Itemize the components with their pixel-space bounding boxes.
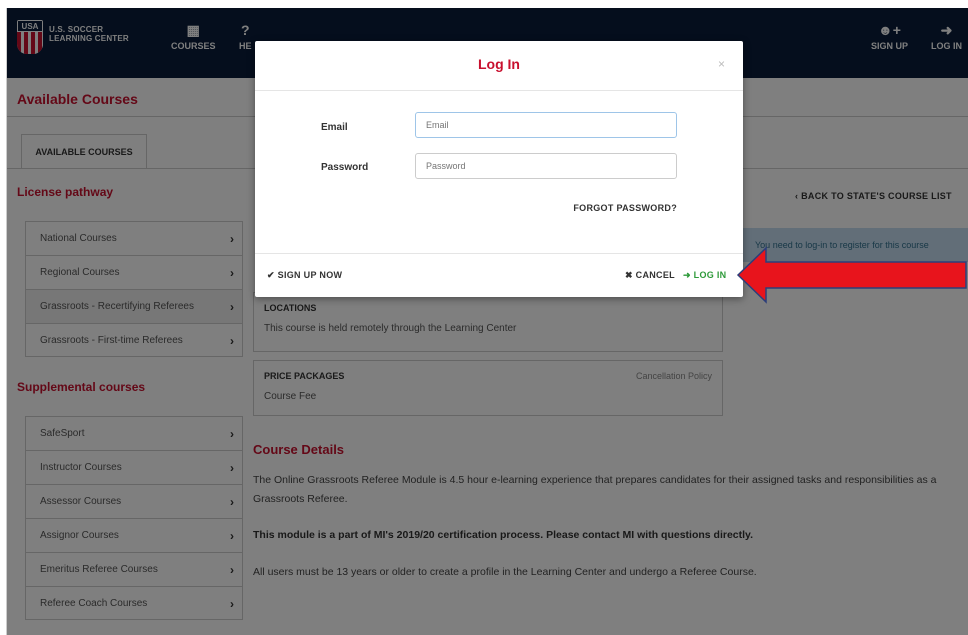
- red-arrow-annotation: [736, 246, 967, 304]
- sign-up-now-label: SIGN UP NOW: [277, 270, 343, 280]
- log-in-label: LOG IN: [693, 270, 727, 280]
- cancel-button[interactable]: ✖ CANCEL: [625, 270, 675, 281]
- modal-header: Log In ×: [255, 41, 743, 91]
- close-x-icon: ✖: [625, 270, 636, 280]
- modal-footer: ✔ SIGN UP NOW ✖ CANCEL ➜ LOG IN: [255, 253, 743, 297]
- log-in-button[interactable]: ➜ LOG IN: [683, 270, 726, 281]
- email-field[interactable]: [415, 112, 677, 138]
- modal-title: Log In: [478, 56, 520, 72]
- sign-in-icon: ➜: [683, 270, 694, 280]
- page-frame: USA U.S. SOCCER LEARNING CENTER ▦ COURSE…: [6, 8, 968, 635]
- check-icon: ✔: [267, 270, 278, 280]
- password-label: Password: [321, 162, 369, 173]
- password-field[interactable]: [415, 153, 677, 179]
- login-modal: Log In × Email Password FORGOT PASSWORD?…: [255, 41, 743, 297]
- forgot-password-link[interactable]: FORGOT PASSWORD?: [573, 203, 677, 213]
- cancel-label: CANCEL: [635, 270, 675, 280]
- email-label: Email: [321, 122, 348, 133]
- arrow-shape: [736, 246, 967, 304]
- close-icon[interactable]: ×: [718, 57, 725, 71]
- sign-up-now-button[interactable]: ✔ SIGN UP NOW: [267, 270, 342, 281]
